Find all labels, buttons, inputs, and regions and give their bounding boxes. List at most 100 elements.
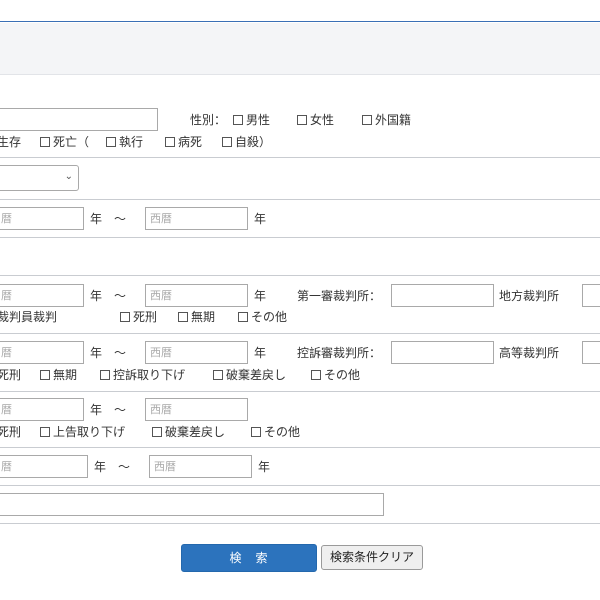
year-label: 年 xyxy=(254,346,267,360)
year-label: 年 xyxy=(258,460,271,474)
year-from-input-2[interactable] xyxy=(0,455,88,478)
appeal-withdrawn-option[interactable]: 控訴取り下げ xyxy=(100,367,185,383)
appeal-court-extra-input[interactable] xyxy=(582,341,600,364)
gender-female-option[interactable]: 女性 xyxy=(297,112,334,128)
foreign-nationality-option[interactable]: 外国籍 xyxy=(362,112,411,128)
checkbox-icon[interactable] xyxy=(362,115,372,125)
top-bar xyxy=(0,0,600,22)
row-select xyxy=(0,158,600,200)
final-death-text: 死刑 xyxy=(0,425,22,439)
checkbox-icon[interactable] xyxy=(165,137,175,147)
foreign-nationality-text: 外国籍 xyxy=(375,113,412,127)
appeal-court-input[interactable] xyxy=(391,341,494,364)
status-alive-text: 生存 xyxy=(0,135,22,149)
gender-male-option[interactable]: 男性 xyxy=(233,112,270,128)
tilde-separator: ～ xyxy=(114,212,127,226)
free-text-input[interactable] xyxy=(0,493,384,516)
appeal-remand-text: 破棄差戻し xyxy=(226,368,287,382)
first-year-from-input[interactable] xyxy=(0,284,84,307)
checkbox-icon[interactable] xyxy=(120,312,130,322)
first-death-text: 死刑 xyxy=(133,310,158,324)
final-remand-option[interactable]: 破棄差戻し xyxy=(152,424,225,440)
final-withdrawn-option[interactable]: 上告取り下げ xyxy=(40,424,125,440)
row-first-instance xyxy=(0,276,600,334)
year-label: 年 xyxy=(94,460,107,474)
status-suicide-option[interactable]: 自殺） xyxy=(222,134,271,150)
checkbox-icon[interactable] xyxy=(251,427,261,437)
final-remand-text: 破棄差戻し xyxy=(165,425,226,439)
gender-female-text: 女性 xyxy=(310,113,335,127)
checkbox-icon[interactable] xyxy=(213,370,223,380)
checkbox-icon[interactable] xyxy=(238,312,248,322)
checkbox-icon[interactable] xyxy=(178,312,188,322)
checkbox-icon[interactable] xyxy=(40,370,50,380)
checkbox-icon[interactable] xyxy=(106,137,116,147)
first-other-text: その他 xyxy=(251,310,288,324)
district-court-label: 地方裁判所 xyxy=(499,289,560,303)
tilde-separator: ～ xyxy=(114,403,127,417)
year-label: 年 xyxy=(90,289,103,303)
checkbox-icon[interactable] xyxy=(40,137,50,147)
final-year-from-input[interactable] xyxy=(0,398,84,421)
status-dead-text: 死亡（ xyxy=(53,135,90,149)
checkbox-icon[interactable] xyxy=(297,115,307,125)
checkbox-icon[interactable] xyxy=(100,370,110,380)
final-other-option[interactable]: その他 xyxy=(251,424,300,440)
first-court-label: 第一審裁判所： xyxy=(297,289,382,303)
appeal-court-label: 控訴審裁判所： xyxy=(297,346,382,360)
appeal-life-text: 無期 xyxy=(53,368,78,382)
category-select[interactable]: ⌄ xyxy=(0,165,79,191)
high-court-label: 高等裁判所 xyxy=(499,346,560,360)
year-label: 年 xyxy=(254,212,267,226)
first-court-extra-input[interactable] xyxy=(582,284,600,307)
chevron-down-icon: ⌄ xyxy=(64,171,73,182)
appeal-withdrawn-text: 控訴取り下げ xyxy=(113,368,186,382)
row-appeal xyxy=(0,334,600,392)
final-withdrawn-text: 上告取り下げ xyxy=(53,425,126,439)
clear-conditions-button[interactable]: 検索条件クリア xyxy=(321,545,423,570)
final-year-to-input[interactable] xyxy=(145,398,248,421)
checkbox-icon[interactable] xyxy=(233,115,243,125)
year-label: 年 xyxy=(254,289,267,303)
gender-male-text: 男性 xyxy=(246,113,271,127)
tilde-separator: ～ xyxy=(114,289,127,303)
status-executed-text: 執行 xyxy=(119,135,144,149)
tilde-separator: ～ xyxy=(114,346,127,360)
checkbox-icon[interactable] xyxy=(152,427,162,437)
status-executed-option[interactable]: 執行 xyxy=(106,134,143,150)
row-year-range-2 xyxy=(0,448,600,486)
status-illness-option[interactable]: 病死 xyxy=(165,134,202,150)
year-label: 年 xyxy=(90,212,103,226)
appeal-other-text: その他 xyxy=(324,368,361,382)
name-input[interactable] xyxy=(0,108,158,131)
status-illness-text: 病死 xyxy=(178,135,203,149)
year-label: 年 xyxy=(90,346,103,360)
year-from-input-1[interactable] xyxy=(0,207,84,230)
first-life-text: 無期 xyxy=(191,310,216,324)
year-to-input-1[interactable] xyxy=(145,207,248,230)
status-dead-option[interactable]: 死亡（ xyxy=(40,134,89,150)
appeal-year-from-input[interactable] xyxy=(0,341,84,364)
year-label: 年 xyxy=(90,403,103,417)
row-empty xyxy=(0,238,600,276)
appeal-life-option[interactable]: 無期 xyxy=(40,367,77,383)
status-suicide-text: 自殺） xyxy=(235,135,272,149)
first-court-input[interactable] xyxy=(391,284,494,307)
final-other-text: その他 xyxy=(264,425,301,439)
search-button[interactable]: 検 索 xyxy=(181,544,317,572)
lay-judge-text: 裁判員裁判 xyxy=(0,310,58,324)
appeal-other-option[interactable]: その他 xyxy=(311,367,360,383)
checkbox-icon[interactable] xyxy=(222,137,232,147)
first-death-option[interactable]: 死刑 xyxy=(120,309,157,325)
tilde-separator: ～ xyxy=(118,460,131,474)
first-year-to-input[interactable] xyxy=(145,284,248,307)
header-band xyxy=(0,23,600,75)
year-to-input-2[interactable] xyxy=(149,455,252,478)
first-life-option[interactable]: 無期 xyxy=(178,309,215,325)
first-other-option[interactable]: その他 xyxy=(238,309,287,325)
checkbox-icon[interactable] xyxy=(40,427,50,437)
checkbox-icon[interactable] xyxy=(311,370,321,380)
appeal-remand-option[interactable]: 破棄差戻し xyxy=(213,367,286,383)
appeal-year-to-input[interactable] xyxy=(145,341,248,364)
appeal-death-text: 死刑 xyxy=(0,368,22,382)
